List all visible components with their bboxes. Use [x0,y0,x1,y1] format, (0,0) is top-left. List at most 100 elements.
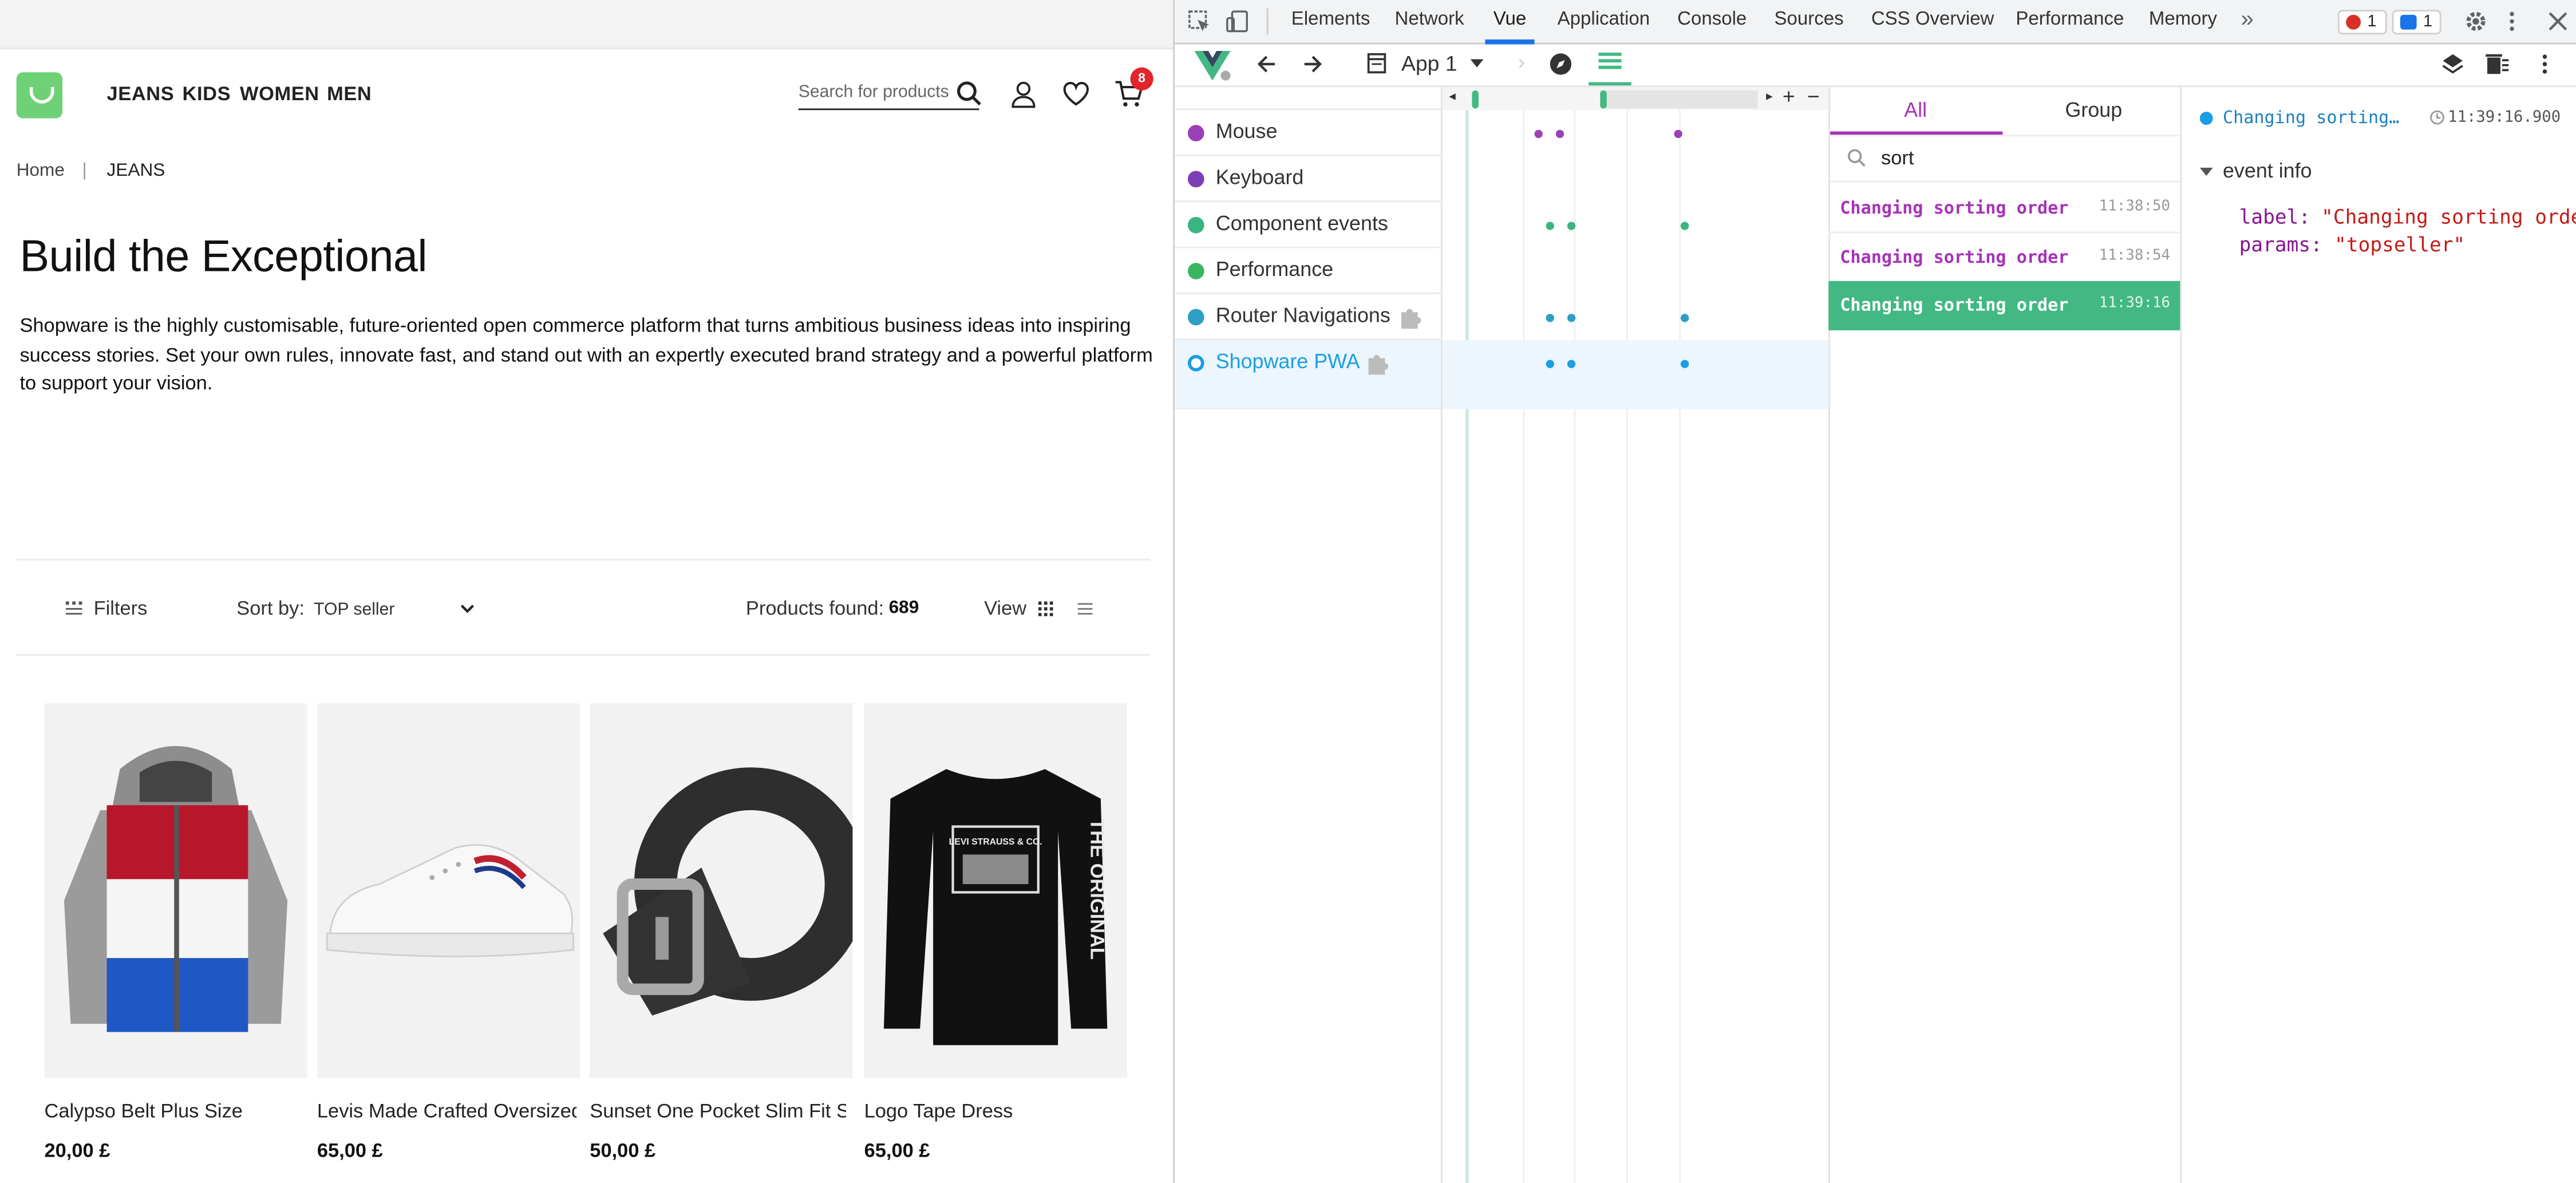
tab-all[interactable]: All [1904,98,1927,121]
timeline-event[interactable] [1680,360,1689,368]
user-icon[interactable] [1009,79,1038,109]
timeline-event[interactable] [1546,314,1554,322]
timeline-event[interactable] [1680,222,1689,230]
product-name[interactable]: Levis Made Crafted Oversized [317,1099,576,1122]
nav-men[interactable]: MEN [327,82,372,105]
sort-select[interactable]: TOP seller [314,600,394,620]
prop-value-label: "Changing sorting order" [2321,205,2576,228]
nav-women[interactable]: WOMEN [240,82,319,105]
layer-color-dot [1187,263,1204,279]
timeline-event[interactable] [1567,314,1576,322]
nav-kids[interactable]: KIDS [183,82,231,105]
product-image-puffer-jacket[interactable] [44,703,307,1078]
event-name: Changing sorting order [1840,248,2069,268]
timeline-range-handle[interactable] [1472,90,1479,109]
timeline-event[interactable] [1567,360,1576,368]
tab-application[interactable]: Application [1558,10,1650,29]
tab-sources[interactable]: Sources [1774,10,1843,29]
timeline-event[interactable] [1680,314,1689,322]
divider [16,558,1150,561]
products-found-count: 689 [888,598,919,618]
product-image-logo-tee[interactable]: LEVI STRAUSS & CO. THE ORIGINAL [864,703,1127,1078]
event-row-selected[interactable]: Changing sorting order 11:39:16 [1828,281,2180,330]
timeline-event[interactable] [1555,129,1564,139]
event-row[interactable]: Changing sorting order 11:38:50 [1828,184,2180,234]
timeline-cursor [1465,110,1469,1183]
caret-down-icon[interactable] [2199,167,2213,178]
product-price: 65,00 £ [864,1138,930,1162]
cart-count-badge: 8 [1130,67,1153,90]
layer-keyboard[interactable]: Keyboard [1174,156,1441,202]
shop-logo[interactable] [16,72,63,119]
tab-elements[interactable]: Elements [1291,10,1370,29]
selected-layer-band [1442,340,1829,409]
app-icon [1367,53,1386,74]
more-tabs-button[interactable]: » [2241,5,2254,31]
timeline-range-handle[interactable] [1600,90,1607,109]
back-arrow-icon[interactable] [1257,54,1276,74]
layer-shopware-pwa[interactable]: Shopware PWA [1174,340,1441,409]
timeline-event[interactable] [1567,222,1576,230]
filter-icon[interactable] [65,600,82,617]
tab-network[interactable]: Network [1395,10,1464,29]
grid-view-icon[interactable] [1038,601,1053,617]
error-counter[interactable]: 1 [2337,10,2387,35]
layer-router-navigations[interactable]: Router Navigations [1174,294,1441,341]
search-input[interactable]: Search for products [798,77,979,111]
tab-console[interactable]: Console [1677,10,1747,29]
device-toolbar-icon[interactable] [1226,10,1249,33]
layer-mouse[interactable]: Mouse [1174,110,1441,156]
product-image-belt[interactable] [590,703,853,1078]
layer-label: Component events [1215,212,1388,235]
tab-css-overview[interactable]: CSS Overview [1871,10,1994,29]
tab-vue[interactable]: Vue [1494,10,1527,29]
chevron-down-icon[interactable] [460,603,475,614]
message-counter[interactable]: 1 [2392,10,2441,35]
inspector-title: Changing sorting… [2222,108,2400,128]
forward-arrow-icon[interactable] [1303,54,1322,74]
nav-jeans[interactable]: JEANS [107,82,175,105]
timeline-area[interactable]: ◂ ▸ + − [1442,84,1829,1183]
caret-down-icon[interactable] [1470,59,1484,69]
timeline-event[interactable] [1534,129,1543,139]
timeline-event[interactable] [1674,129,1682,139]
scroll-right-icon[interactable]: ▸ [1766,89,1773,104]
list-view-icon[interactable] [1077,601,1093,616]
tab-group[interactable]: Group [2065,98,2122,121]
app-selector[interactable]: App 1 [1401,51,1457,76]
filter-value: sort [1881,146,1914,169]
heart-icon[interactable] [1061,79,1091,109]
clear-trash-icon[interactable] [2486,53,2509,76]
timeline-event[interactable] [1546,222,1554,230]
product-name[interactable]: Calypso Belt Plus Size [44,1099,303,1122]
product-name[interactable]: Logo Tape Dress [864,1099,1124,1122]
kebab-menu-icon[interactable] [2507,10,2516,33]
close-icon[interactable] [2548,11,2567,31]
scroll-left-icon[interactable]: ◂ [1449,89,1456,104]
inspect-element-icon[interactable] [1188,10,1211,33]
product-name[interactable]: Sunset One Pocket Slim Fit S... [590,1099,846,1122]
timeline-range-selection[interactable] [1600,90,1758,109]
search-icon[interactable] [954,79,984,109]
shop-page: JEANS KIDS WOMEN MEN Search for products… [0,0,1174,1183]
layer-performance[interactable]: Performance [1174,248,1441,294]
gear-icon[interactable] [2464,10,2487,33]
timeline-event[interactable] [1546,360,1554,368]
event-filter-input[interactable]: sort [1830,135,2180,183]
product-image-sneaker[interactable] [317,703,580,1078]
zoom-out-icon[interactable]: − [1807,84,1820,108]
layer-color-dot [1187,125,1204,141]
layer-component-events[interactable]: Component events [1174,202,1441,249]
breadcrumb-home[interactable]: Home [17,161,65,180]
tab-performance[interactable]: Performance [2016,10,2124,29]
layers-icon[interactable] [2441,53,2464,76]
kebab-menu-icon[interactable] [2540,53,2550,76]
tab-memory[interactable]: Memory [2149,10,2217,29]
browser-top-strip [0,0,1174,50]
filters-button[interactable]: Filters [94,597,148,620]
timeline-icon[interactable] [1598,52,1622,74]
zoom-in-icon[interactable]: + [1783,84,1795,108]
compass-icon[interactable] [1549,53,1572,76]
event-row[interactable]: Changing sorting order 11:38:54 [1828,234,2180,283]
section-event-info[interactable]: event info [2223,159,2312,182]
